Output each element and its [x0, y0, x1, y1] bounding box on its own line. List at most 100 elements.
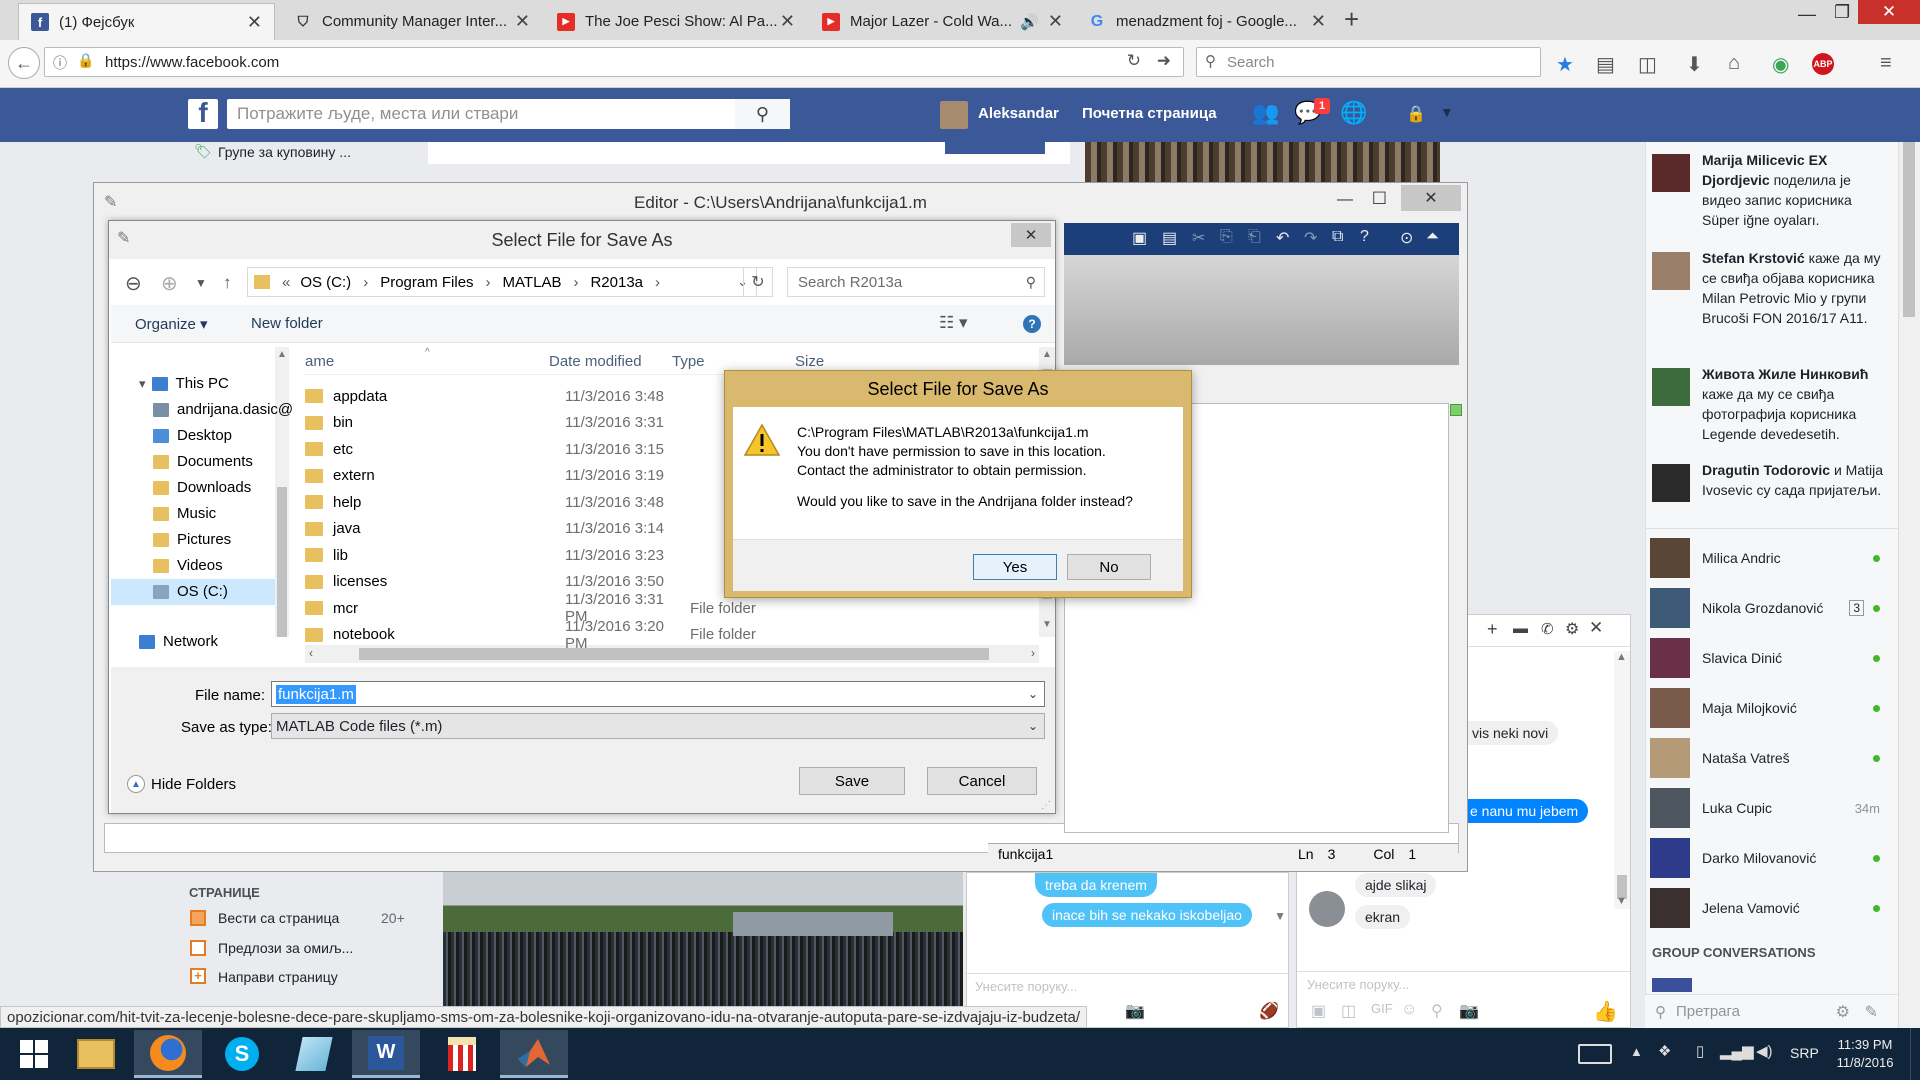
- tree-item-network[interactable]: Network: [139, 633, 218, 650]
- dropbox-icon[interactable]: ❖: [1658, 1042, 1671, 1060]
- contact-row[interactable]: Nikola Grozdanović 3: [1650, 584, 1890, 632]
- reload-icon[interactable]: ↻: [1127, 51, 1141, 71]
- avatar[interactable]: [940, 101, 968, 129]
- breadcrumb-matlab[interactable]: MATLAB: [503, 274, 562, 291]
- close-button[interactable]: ✕: [1401, 185, 1461, 211]
- close-icon[interactable]: ✕: [1589, 618, 1603, 638]
- contact-row[interactable]: Luka Cupic 34m: [1650, 784, 1890, 832]
- signal-icon[interactable]: ▂▄▆: [1720, 1042, 1754, 1060]
- minimize-icon[interactable]: —: [1337, 191, 1353, 209]
- organize-button[interactable]: Organize ▾: [135, 315, 208, 333]
- help-icon[interactable]: ?: [1023, 315, 1041, 333]
- chat-search-bar[interactable]: ⚲ Претрага ⚙ ✎: [1645, 994, 1898, 1028]
- sidebar-item-create-page[interactable]: Направи страницу: [218, 969, 338, 985]
- close-icon[interactable]: ✕: [1311, 11, 1326, 32]
- tree-item-this-pc[interactable]: ▾ This PC: [139, 375, 229, 392]
- ticker-item[interactable]: Stefan Krstović каже да му се свиђа обја…: [1650, 248, 1890, 348]
- column-size[interactable]: Size: [795, 353, 824, 370]
- globe-icon[interactable]: 🌐: [1340, 100, 1367, 126]
- view-options-icon[interactable]: ☷ ▾: [939, 313, 968, 333]
- attachment-icon[interactable]: ⚲: [1431, 1001, 1443, 1021]
- camera-icon[interactable]: 📷: [1125, 1001, 1145, 1021]
- video-call-icon[interactable]: ▬: [1513, 620, 1528, 637]
- facebook-logo-icon[interactable]: f: [188, 99, 218, 129]
- contact-row[interactable]: Slavica Dinić: [1650, 634, 1890, 682]
- collapse-icon[interactable]: ⏶: [1426, 228, 1439, 246]
- tab-joe-pesci[interactable]: ▶ The Joe Pesci Show: Al Pa... ✕: [545, 3, 807, 40]
- copy-icon[interactable]: ⎘: [1220, 228, 1233, 246]
- paste-icon[interactable]: ⎗: [1248, 228, 1261, 246]
- page-scrollbar[interactable]: [1898, 142, 1920, 1028]
- gear-icon[interactable]: ⚙: [1565, 619, 1579, 639]
- privacy-lock-icon[interactable]: 🔒: [1406, 104, 1426, 124]
- taskbar-file-explorer[interactable]: [62, 1030, 130, 1078]
- sidebar-item-pages-feed[interactable]: Вести са страница: [218, 910, 339, 926]
- keyboard-icon[interactable]: [1578, 1044, 1612, 1064]
- gif-icon[interactable]: GIF: [1371, 1001, 1393, 1016]
- open-icon[interactable]: ▣: [1132, 228, 1147, 248]
- chevron-down-icon[interactable]: ⌄: [1028, 719, 1038, 733]
- chat-scrollbar[interactable]: ▲ ▼: [1614, 651, 1630, 909]
- close-icon[interactable]: ✕: [515, 11, 530, 32]
- cut-icon[interactable]: ✂: [1192, 228, 1205, 248]
- download-icon[interactable]: ⬇: [1686, 52, 1703, 77]
- back-button[interactable]: ←: [8, 47, 40, 79]
- redo-icon[interactable]: ↷: [1304, 228, 1317, 248]
- scroll-down-icon[interactable]: ▼: [1274, 909, 1286, 923]
- taskbar-word[interactable]: W: [352, 1030, 420, 1078]
- tab-facebook[interactable]: f (1) Фејсбук ✕: [18, 3, 275, 40]
- column-type[interactable]: Type: [672, 353, 705, 370]
- up-arrow-icon[interactable]: ↑: [223, 273, 232, 293]
- tab-community-manager[interactable]: ⛉ Community Manager Inter... ✕: [282, 3, 542, 40]
- address-bar[interactable]: « OS (C:) › Program Files › MATLAB › R20…: [247, 267, 757, 297]
- tree-item-music[interactable]: Music: [153, 505, 216, 522]
- volume-icon[interactable]: ◀): [1756, 1042, 1773, 1060]
- taskbar-firefox[interactable]: [134, 1030, 202, 1078]
- arrow-icon[interactable]: ➜: [1157, 51, 1171, 71]
- contact-row[interactable]: Nataša Vatreš: [1650, 734, 1890, 782]
- sidebar-item-buy-groups[interactable]: Групе за куповину ...: [218, 144, 351, 160]
- chevron-down-icon[interactable]: ⊙: [1400, 228, 1413, 248]
- column-date[interactable]: Date modified: [549, 353, 642, 370]
- save-icon[interactable]: ▤: [1162, 228, 1177, 248]
- battery-icon[interactable]: ▯: [1696, 1042, 1704, 1060]
- contact-row[interactable]: Jelena Vamović: [1650, 884, 1890, 932]
- no-button[interactable]: No: [1067, 554, 1151, 580]
- friend-requests-icon[interactable]: 👥: [1252, 100, 1279, 126]
- sidebar-item-suggestions[interactable]: Предлози за омиљ...: [218, 940, 353, 956]
- ticker-item[interactable]: Живота Жиле Нинковић каже да му се свиђа…: [1650, 364, 1890, 444]
- restore-icon[interactable]: ❐: [1834, 2, 1850, 23]
- cancel-button[interactable]: Cancel: [927, 767, 1037, 795]
- pocket-icon[interactable]: ◫: [1638, 52, 1657, 77]
- home-link[interactable]: Почетна страница: [1082, 105, 1217, 122]
- window-close-button[interactable]: ✕: [1858, 0, 1920, 24]
- taskbar-app[interactable]: [280, 1030, 348, 1078]
- contact-row[interactable]: Milica Andric: [1650, 534, 1890, 582]
- new-folder-button[interactable]: New folder: [251, 315, 323, 332]
- save-button[interactable]: Save: [799, 767, 905, 795]
- home-icon[interactable]: ⌂: [1728, 52, 1740, 75]
- minimize-icon[interactable]: —: [1798, 4, 1816, 25]
- search-icon[interactable]: ⚲: [735, 99, 790, 129]
- tree-item-desktop[interactable]: Desktop: [153, 427, 232, 444]
- refresh-button[interactable]: ↻: [743, 267, 773, 297]
- extension-icon[interactable]: ◉: [1772, 52, 1789, 77]
- maximize-icon[interactable]: ☐: [1372, 189, 1387, 209]
- facebook-search-input[interactable]: Потражите људе, места или ствари ⚲: [227, 99, 790, 129]
- thumbs-up-icon[interactable]: 👍: [1593, 999, 1618, 1024]
- chat-search-input[interactable]: Претрага: [1676, 1003, 1740, 1020]
- help-icon[interactable]: ?: [1360, 228, 1369, 246]
- back-arrow-icon[interactable]: ⊖: [125, 271, 142, 296]
- tab-google[interactable]: G menadzment foj - Google... ✕: [1076, 3, 1338, 40]
- file-name-input[interactable]: funkcija1.m ⌄: [271, 681, 1045, 707]
- close-button[interactable]: ✕: [1011, 223, 1051, 247]
- gear-icon[interactable]: ⚙: [1836, 1002, 1850, 1022]
- save-type-select[interactable]: MATLAB Code files (*.m) ⌄: [271, 713, 1045, 739]
- reading-list-icon[interactable]: ▤: [1596, 52, 1615, 77]
- taskbar-skype[interactable]: S: [208, 1030, 276, 1078]
- chevron-down-icon[interactable]: ▼: [1440, 104, 1454, 120]
- browser-search-input[interactable]: ⚲ Search: [1196, 47, 1541, 77]
- breadcrumb-r2013a[interactable]: R2013a: [590, 274, 643, 291]
- tree-item-downloads[interactable]: Downloads: [153, 479, 251, 496]
- close-icon[interactable]: ✕: [247, 12, 262, 33]
